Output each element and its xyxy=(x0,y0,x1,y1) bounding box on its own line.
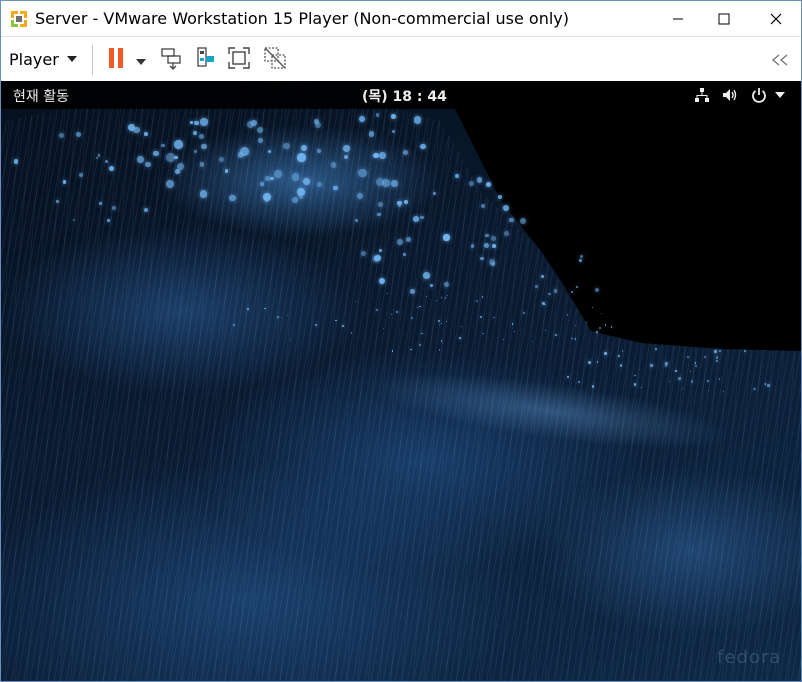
volume-icon[interactable] xyxy=(721,86,739,104)
activities-button[interactable]: 현재 활동 xyxy=(13,86,69,106)
power-icon[interactable] xyxy=(751,86,767,104)
chevron-down-icon[interactable] xyxy=(775,86,785,104)
maximize-button[interactable] xyxy=(701,1,747,36)
pause-icon xyxy=(107,47,125,73)
title-bar[interactable]: Server - VMware Workstation 15 Player (N… xyxy=(1,1,801,36)
vmware-player-window: Server - VMware Workstation 15 Player (N… xyxy=(0,0,802,682)
toolbar-divider xyxy=(92,45,93,75)
power-options-dropdown[interactable] xyxy=(134,46,148,74)
close-button[interactable] xyxy=(753,1,799,36)
full-screen-button[interactable] xyxy=(225,46,253,74)
unity-mode-button[interactable] xyxy=(261,46,289,74)
pause-button[interactable] xyxy=(105,46,127,74)
removable-devices-button[interactable] xyxy=(193,46,219,74)
chevron-down-icon xyxy=(136,51,146,70)
full-screen-icon xyxy=(227,46,251,74)
collapse-toolbar-button[interactable] xyxy=(767,46,793,74)
vmware-player-logo-icon xyxy=(9,9,29,29)
player-toolbar: Player xyxy=(1,36,801,81)
removable-devices-icon xyxy=(195,46,217,74)
close-icon xyxy=(770,13,782,25)
fedora-watermark: fedora xyxy=(717,647,782,668)
light-dot xyxy=(476,177,482,183)
send-ctrl-alt-del-icon xyxy=(159,46,183,74)
gnome-top-bar: 현재 활동 (목) 18 : 44 xyxy=(1,81,801,109)
unity-mode-icon xyxy=(263,46,287,74)
minimize-icon xyxy=(672,13,684,25)
clock[interactable]: (목) 18 : 44 xyxy=(362,86,447,106)
collapse-toolbar-icon xyxy=(770,51,790,70)
window-title: Server - VMware Workstation 15 Player (N… xyxy=(35,9,570,28)
vm-display[interactable]: 현재 활동 (목) 18 : 44 fedora xyxy=(1,81,801,681)
light-dot xyxy=(486,181,492,187)
maximize-icon xyxy=(718,13,730,25)
network-icon[interactable] xyxy=(693,86,711,104)
send-ctrl-alt-del-button[interactable] xyxy=(157,46,185,74)
player-menu-button[interactable]: Player xyxy=(9,46,77,72)
chevron-down-icon xyxy=(66,56,77,62)
player-menu-label: Player xyxy=(9,49,59,69)
minimize-button[interactable] xyxy=(655,1,701,36)
